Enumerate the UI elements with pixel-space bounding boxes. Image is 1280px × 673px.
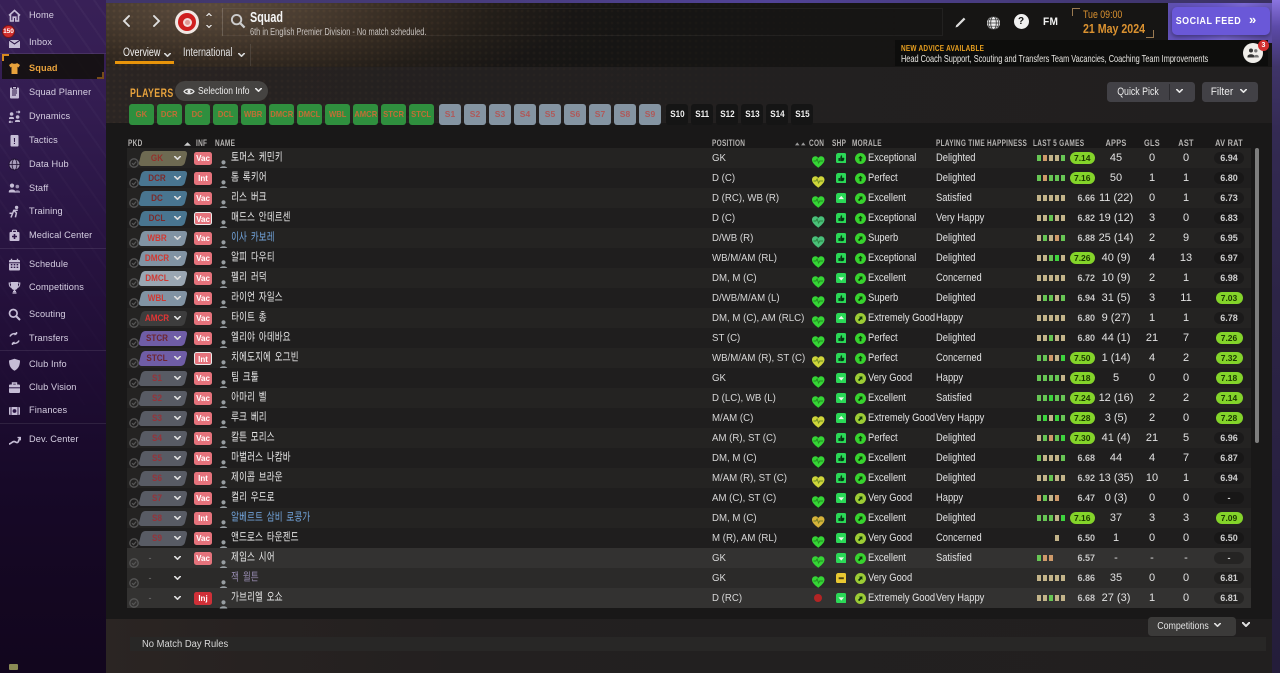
svg-text:!: ! bbox=[13, 136, 16, 145]
